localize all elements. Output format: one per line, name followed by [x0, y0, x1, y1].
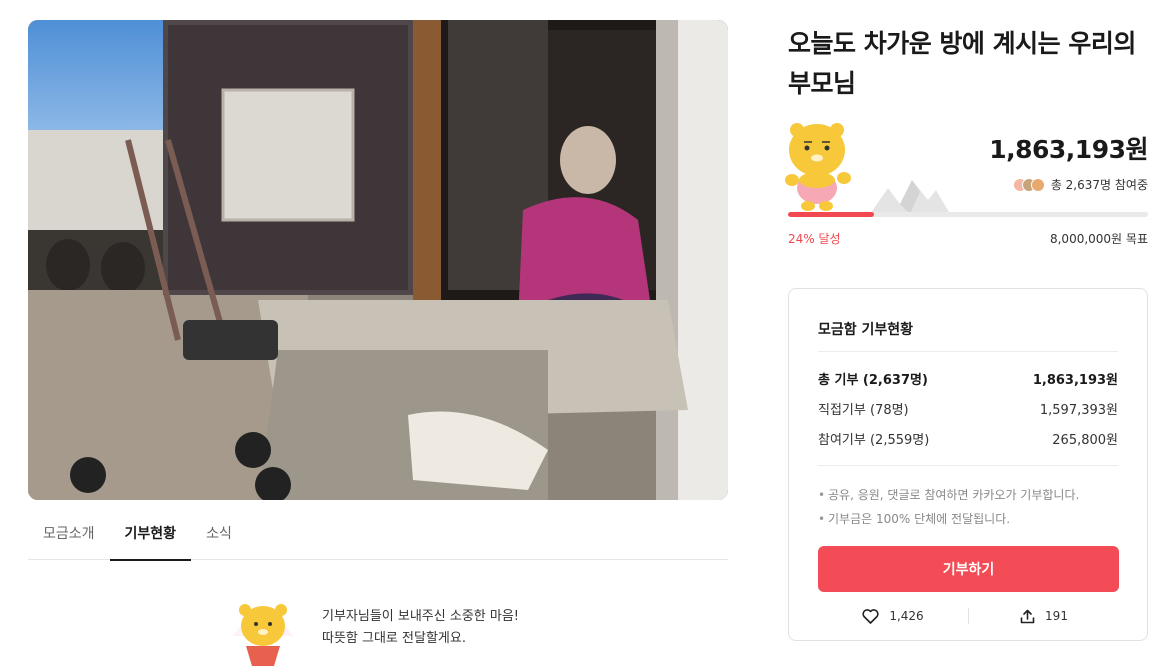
share-button[interactable]: 191 — [969, 609, 1119, 624]
heart-icon — [862, 608, 879, 624]
donate-button[interactable]: 기부하기 — [818, 546, 1119, 592]
row-label: 참여기부 (2,559명) — [818, 433, 930, 448]
goal-amount: 8,000,000원 목표 — [1049, 232, 1148, 246]
card-title: 모금함 기부현황 — [818, 322, 914, 338]
row-label: 직접기부 (78명) — [818, 403, 909, 418]
donation-status-card: 모금함 기부현황 총 기부 (2,637명) 1,863,193원 직접기부 (… — [788, 288, 1148, 641]
content-tabs: 모금소개 기부현황 소식 — [28, 506, 728, 561]
thanks-message: 기부자님들이 보내주신 소중한 마음! 따뜻함 그대로 전달할게요. — [322, 606, 519, 650]
row-value: 1,863,193원 — [1032, 373, 1118, 388]
achievement-rate: 24% 달성 — [788, 232, 841, 246]
thanks-line-1: 기부자님들이 보내주신 소중한 마음! — [322, 609, 520, 624]
row-value: 1,597,393원 — [1039, 403, 1118, 418]
mascot-icon — [785, 123, 851, 211]
row-total-donation: 총 기부 (2,637명) 1,863,193원 — [818, 369, 1118, 388]
row-label: 총 기부 (2,637명) — [818, 373, 928, 388]
hero-image — [28, 20, 728, 500]
tab-intro[interactable]: 모금소개 — [28, 506, 110, 560]
row-participation-donation: 참여기부 (2,559명) 265,800원 — [818, 429, 1118, 448]
row-direct-donation: 직접기부 (78명) 1,597,393원 — [818, 399, 1118, 418]
like-count: 1,426 — [889, 609, 924, 623]
note-item: 기부금은 100% 단체에 전달됩니다. — [818, 507, 1079, 531]
thanks-line-2: 따뜻함 그대로 전달할게요. — [322, 631, 466, 646]
raised-amount: 1,863,193원 — [989, 135, 1148, 164]
note-item: 공유, 응원, 댓글로 참여하면 카카오가 기부합니다. — [818, 483, 1079, 507]
card-actions: 1,426 191 — [818, 603, 1119, 629]
mountain-graphic — [870, 180, 950, 214]
participants-label: 총 2,637명 참여중 — [1050, 178, 1148, 192]
participants-count: 총 2,637명 참여중 — [1012, 176, 1148, 193]
tab-donation-status[interactable]: 기부현황 — [109, 506, 192, 561]
row-value: 265,800원 — [1052, 433, 1118, 448]
thanks-section: 기부자님들이 보내주신 소중한 마음! 따뜻함 그대로 전달할게요. — [228, 596, 628, 671]
card-divider — [818, 465, 1118, 466]
tab-news[interactable]: 소식 — [191, 506, 247, 560]
mascot-icon — [233, 604, 293, 666]
progress-bar-fill — [788, 212, 875, 217]
like-button[interactable]: 1,426 — [818, 608, 968, 624]
progress-bar — [788, 212, 1148, 217]
donation-notes: 공유, 응원, 댓글로 참여하면 카카오가 기부합니다. 기부금은 100% 단… — [818, 483, 1079, 531]
participant-avatars — [1012, 177, 1045, 192]
share-count: 191 — [1045, 609, 1068, 623]
share-icon — [1020, 609, 1035, 623]
campaign-title: 오늘도 차가운 방에 계시는 우리의 부모님 — [788, 29, 1136, 98]
card-divider — [818, 351, 1118, 352]
